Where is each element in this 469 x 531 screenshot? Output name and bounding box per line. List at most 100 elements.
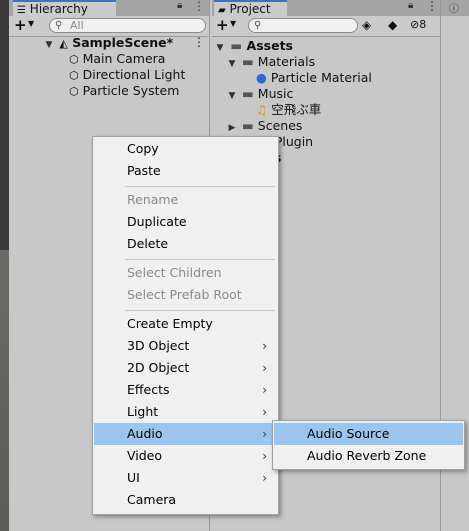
tree-item-label: 空飛ぶ車	[271, 102, 322, 117]
menu-item-label: Audio Reverb Zone	[307, 448, 427, 463]
menu-item-paste[interactable]: Paste	[94, 160, 277, 182]
collapse-arrow-icon[interactable]: ▶	[226, 120, 238, 136]
lock-icon[interactable]: 🔒︎	[177, 0, 182, 11]
tree-item-label: Materials	[257, 54, 316, 69]
add-dropdown-icon[interactable]: ▼	[28, 19, 34, 28]
hierarchy-tab-icon: ☰	[17, 5, 26, 16]
hierarchy-item[interactable]: ⬡ Particle System	[69, 83, 179, 99]
menu-item-audio[interactable]: Audio ›	[94, 423, 277, 445]
menu-item-audio-reverb-zone[interactable]: Audio Reverb Zone	[274, 445, 463, 467]
scene-view-ground	[0, 250, 9, 531]
tree-item-music-file[interactable]: ♫ 空飛ぶ車	[256, 102, 321, 118]
menu-item-2d-object[interactable]: 2D Object ›	[94, 357, 277, 379]
submenu-arrow-icon: ›	[262, 405, 267, 419]
label-tag-icon[interactable]: ◆	[388, 18, 397, 32]
expand-arrow-icon[interactable]: ▼	[226, 88, 238, 104]
folder-tab-icon: ▰	[218, 5, 226, 16]
add-icon[interactable]: +	[14, 17, 27, 33]
menu-separator	[125, 186, 275, 187]
audio-submenu: Audio Source Audio Reverb Zone	[272, 420, 465, 470]
menu-item-select-children: Select Children	[94, 262, 277, 284]
menu-item-camera[interactable]: Camera	[94, 489, 277, 511]
tree-item-scenes[interactable]: ▶ ▬ Scenes	[226, 118, 303, 136]
tree-item-label: Scenes	[257, 118, 303, 133]
folder-icon: ▬	[241, 86, 254, 101]
menu-item-label: Duplicate	[127, 214, 187, 229]
tree-item-label: Music	[257, 86, 294, 101]
expand-arrow-icon[interactable]: ▼	[43, 37, 55, 53]
menu-item-label: 3D Object	[127, 338, 190, 353]
gameobject-cube-icon: ⬡	[69, 85, 79, 98]
menu-item-video[interactable]: Video ›	[94, 445, 277, 467]
search-icon: ⚲	[254, 20, 262, 31]
tree-item-assets[interactable]: ▼ ▬ Assets	[214, 38, 293, 54]
menu-separator	[125, 310, 275, 311]
hierarchy-item-label: Particle System	[82, 83, 180, 98]
hierarchy-item[interactable]: ⬡ Directional Light	[69, 67, 185, 83]
submenu-arrow-icon: ›	[262, 383, 267, 397]
menu-item-label: Audio Source	[307, 426, 390, 441]
tree-item-label: Particle Material	[270, 70, 372, 85]
scene-name: SampleScene*	[72, 35, 174, 50]
add-icon[interactable]: +	[216, 17, 229, 33]
folder-icon: ▬	[241, 118, 254, 133]
material-sphere-icon: ●	[256, 70, 267, 85]
project-toolbar: + ▼ ⚲ ◈ ◆ ⊘8	[212, 16, 440, 37]
menu-item-label: Delete	[127, 236, 169, 251]
submenu-arrow-icon: ›	[262, 427, 267, 441]
menu-item-label: Copy	[127, 141, 159, 156]
context-menu: Copy Paste Rename Duplicate Delete Selec…	[92, 136, 279, 515]
tab-hierarchy[interactable]: ☰ Hierarchy	[13, 0, 116, 16]
menu-item-label: Effects	[127, 382, 170, 397]
lock-icon[interactable]: 🔒︎	[408, 0, 413, 11]
scene-row[interactable]: ▼ ◭ SampleScene*	[43, 35, 174, 53]
menu-item-select-prefab-root: Select Prefab Root	[94, 284, 277, 306]
menu-item-label: Select Children	[127, 265, 222, 280]
menu-item-label: Light	[127, 404, 159, 419]
menu-item-ui[interactable]: UI ›	[94, 467, 277, 489]
submenu-arrow-icon: ›	[262, 339, 267, 353]
tree-item-particle-material[interactable]: ● Particle Material	[256, 70, 372, 86]
gameobject-cube-icon: ⬡	[69, 69, 79, 82]
audio-clip-icon: ♫	[256, 102, 268, 117]
menu-separator	[125, 259, 275, 260]
panel-menu-icon[interactable]: ⋮	[426, 0, 438, 13]
menu-item-label: Audio	[127, 426, 163, 441]
menu-item-label: UI	[127, 470, 140, 485]
info-icon[interactable]: ⓘ	[449, 0, 459, 15]
menu-item-label: Rename	[127, 192, 179, 207]
tab-project[interactable]: ▰ Project	[214, 0, 287, 16]
folder-icon: ▬	[241, 54, 254, 69]
menu-item-create-empty[interactable]: Create Empty	[94, 313, 277, 335]
menu-item-duplicate[interactable]: Duplicate	[94, 211, 277, 233]
submenu-arrow-icon: ›	[262, 449, 267, 463]
hierarchy-toolbar: + ▼ ⚲ All	[9, 16, 209, 37]
gameobject-cube-icon: ⬡	[69, 53, 79, 66]
menu-item-audio-source[interactable]: Audio Source	[274, 423, 463, 445]
menu-item-delete[interactable]: Delete	[94, 233, 277, 255]
menu-item-label: 2D Object	[127, 360, 190, 375]
menu-item-light[interactable]: Light ›	[94, 401, 277, 423]
tree-item-materials[interactable]: ▼ ▬ Materials	[226, 54, 316, 72]
add-dropdown-icon[interactable]: ▼	[230, 19, 236, 28]
hierarchy-item[interactable]: ⬡ Main Camera	[69, 51, 165, 67]
search-placeholder: All	[70, 19, 84, 32]
hidden-packages-icon[interactable]: ⊘8	[410, 18, 426, 31]
expand-arrow-icon[interactable]: ▼	[226, 56, 238, 72]
tree-item-label: Assets	[246, 38, 293, 53]
project-search-input[interactable]: ⚲	[248, 18, 358, 33]
search-icon: ⚲	[55, 20, 63, 31]
menu-item-3d-object[interactable]: 3D Object ›	[94, 335, 277, 357]
panel-menu-icon[interactable]: ⋮	[193, 0, 205, 13]
menu-item-effects[interactable]: Effects ›	[94, 379, 277, 401]
hierarchy-search-input[interactable]: ⚲ All	[49, 18, 206, 33]
expand-arrow-icon[interactable]: ▼	[214, 40, 226, 56]
menu-item-label: Create Empty	[127, 316, 213, 331]
tree-item-music[interactable]: ▼ ▬ Music	[226, 86, 294, 104]
search-by-type-icon[interactable]: ◈	[362, 18, 371, 32]
menu-item-copy[interactable]: Copy	[94, 138, 277, 160]
hierarchy-tab-label: Hierarchy	[29, 2, 88, 16]
scene-menu-icon[interactable]: ⋮	[193, 35, 205, 49]
hierarchy-item-label: Directional Light	[82, 67, 186, 82]
menu-item-label: Video	[127, 448, 163, 463]
